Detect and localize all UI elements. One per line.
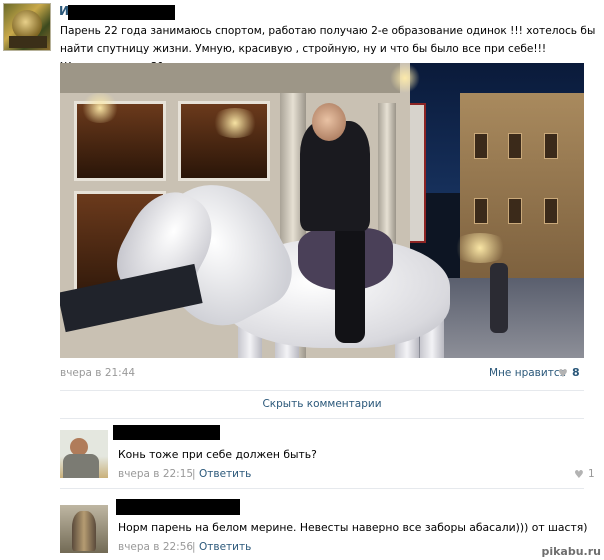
comment-timestamp[interactable]: вчера в 22:15 — [118, 468, 193, 480]
comment-text: Конь тоже при себе должен быть? — [118, 448, 317, 461]
reply-button[interactable]: Ответить — [199, 541, 251, 553]
photo-building-window — [508, 133, 522, 159]
post-timestamp[interactable]: вчера в 21:44 — [60, 367, 135, 379]
photo-rider-head — [312, 103, 346, 141]
photo-building-window — [544, 198, 558, 224]
redacted-commenter-name — [116, 499, 240, 515]
comment-author-avatar[interactable] — [60, 505, 108, 553]
post-author-avatar[interactable] — [3, 3, 51, 51]
redacted-author-name — [68, 5, 175, 20]
reply-button[interactable]: Ответить — [199, 468, 251, 480]
heart-icon[interactable]: ♥ — [574, 468, 584, 481]
photo-building-window — [508, 198, 522, 224]
photo-rider-leg — [335, 223, 365, 343]
like-count[interactable]: 8 — [572, 366, 580, 379]
like-button[interactable]: Мне нравится — [489, 367, 566, 379]
comment-separator: | — [192, 541, 196, 553]
hide-comments-link[interactable]: Скрыть комментарии — [60, 398, 584, 410]
photo-kiosk-roof — [60, 63, 400, 93]
heart-icon[interactable]: ♥ — [558, 367, 568, 380]
photo-building-window — [474, 198, 488, 224]
divider — [60, 488, 584, 489]
photo-building — [460, 93, 584, 293]
photo-building-window — [474, 133, 488, 159]
redacted-commenter-name — [113, 425, 220, 440]
avatar-figure-shape — [72, 511, 96, 551]
comment-author-avatar[interactable] — [60, 430, 108, 478]
photo-building-window — [544, 133, 558, 159]
comment-text: Норм парень на белом мерине. Невесты нав… — [118, 521, 588, 534]
post-photo[interactable] — [60, 63, 584, 358]
comment-separator: | — [192, 468, 196, 480]
photo-pedestrian — [490, 263, 508, 333]
comment-timestamp[interactable]: вчера в 22:56 — [118, 541, 193, 553]
avatar-body-shape — [63, 454, 99, 478]
avatar-base-shape — [9, 36, 47, 48]
watermark: pikabu.ru — [541, 545, 601, 558]
photo-light-glow — [80, 93, 120, 123]
photo-light-glow — [210, 108, 260, 138]
comment-like-count[interactable]: 1 — [588, 468, 595, 480]
divider — [60, 390, 584, 391]
divider — [60, 418, 584, 419]
photo-light-glow — [390, 63, 420, 93]
photo-light-glow — [450, 233, 510, 263]
